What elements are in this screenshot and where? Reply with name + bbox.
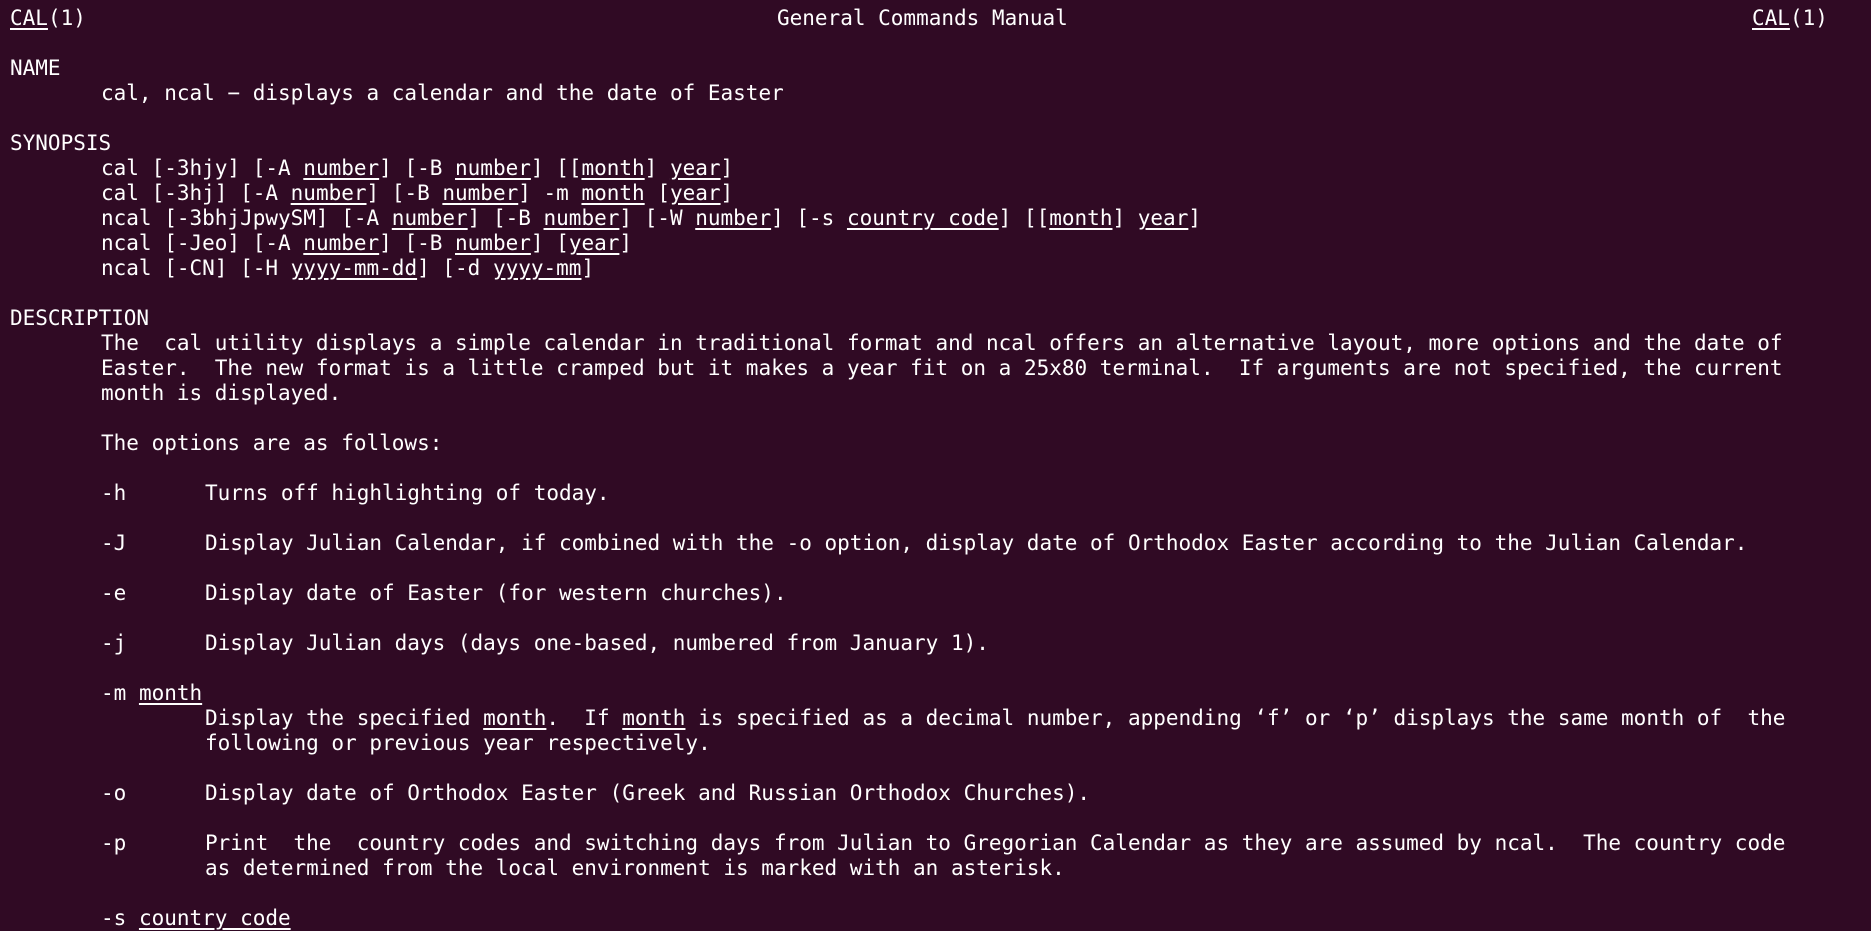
synopsis-arg: month — [581, 156, 645, 180]
synopsis-text: cal [-3hjy] [-A — [101, 156, 304, 180]
option-desc-text: . If — [546, 706, 623, 730]
option-arg: country_code — [138, 906, 291, 930]
synopsis-arg: number — [543, 206, 620, 230]
options-intro: The options are as follows: — [101, 431, 443, 455]
synopsis-text: ] [-W — [619, 206, 696, 230]
header-right-suffix: (1) — [1789, 6, 1828, 30]
option-desc-e: Display date of Easter (for western chur… — [205, 581, 787, 605]
option-desc-h: Turns off highlighting of today. — [205, 481, 610, 505]
synopsis-text: ] [-B — [379, 156, 456, 180]
synopsis-arg: number — [391, 206, 468, 230]
synopsis-text: ] — [1112, 206, 1138, 230]
description-line-3: month is displayed. — [101, 381, 342, 405]
synopsis-line-5: ncal [-CN] [-H yyyy-mm-dd] [-d yyyy-mm] — [101, 256, 594, 281]
option-arg: month — [138, 681, 203, 705]
option-desc-j: Display Julian days (days one-based, num… — [205, 631, 989, 655]
synopsis-line-4: ncal [-Jeo] [-A number] [-B number] [yea… — [101, 231, 632, 256]
synopsis-arg: year — [1137, 206, 1189, 230]
header-left-suffix: (1) — [47, 6, 86, 30]
synopsis-text: ] — [720, 181, 734, 205]
synopsis-arg: year — [568, 231, 620, 255]
option-desc-p-line-2: as determined from the local environment… — [205, 856, 1065, 880]
synopsis-text: ] [-B — [467, 206, 544, 230]
synopsis-arg: year — [669, 156, 721, 180]
synopsis-text: ] [-s — [771, 206, 847, 230]
synopsis-text: ] — [581, 256, 595, 280]
terminal-window[interactable]: CAL(1) General Commands Manual CAL(1) NA… — [0, 0, 1871, 931]
description-line-2: Easter. The new format is a little cramp… — [101, 356, 1783, 380]
synopsis-arg: number — [303, 231, 380, 255]
section-title-synopsis: SYNOPSIS — [10, 131, 112, 155]
synopsis-text: ] [[ — [530, 156, 582, 180]
synopsis-text: ] [[ — [998, 206, 1050, 230]
synopsis-text: ] [-d — [417, 256, 493, 280]
option-desc-m-line-1: Display the specified month. If month is… — [205, 706, 1785, 731]
option-flag-J: -J — [101, 531, 127, 555]
option-desc-o: Display date of Orthodox Easter (Greek a… — [205, 781, 1091, 805]
synopsis-arg: number — [303, 156, 380, 180]
synopsis-arg: yyyy-mm-dd — [290, 256, 418, 280]
option-flag-o: -o — [101, 781, 127, 805]
header-center-title: General Commands Manual — [777, 6, 1068, 30]
option-flag-e: -e — [101, 581, 127, 605]
synopsis-text: ] — [644, 156, 670, 180]
option-desc-J: Display Julian Calendar, if combined wit… — [205, 531, 1748, 555]
synopsis-text: cal [-3hj] [-A — [101, 181, 291, 205]
synopsis-text: ] [ — [530, 231, 569, 255]
option-desc-text: Display the specified — [205, 706, 484, 730]
synopsis-arg: number — [455, 231, 531, 255]
option-flag-h: -h — [101, 481, 127, 505]
synopsis-arg: number — [455, 156, 531, 180]
synopsis-arg: number — [442, 181, 519, 205]
section-title-name: NAME — [10, 56, 61, 80]
synopsis-text: ncal [-Jeo] [-A — [101, 231, 304, 255]
synopsis-arg: yyyy-mm — [492, 256, 582, 280]
option-arg: month — [622, 706, 686, 730]
synopsis-line-3: ncal [-3bhjJpwySM] [-A number] [-B numbe… — [101, 206, 1201, 231]
synopsis-arg: number — [695, 206, 772, 230]
synopsis-arg: month — [1049, 206, 1113, 230]
synopsis-text: ncal [-CN] [-H — [101, 256, 291, 280]
description-line-1: The cal utility displays a simple calend… — [101, 331, 1783, 355]
synopsis-arg: number — [290, 181, 367, 205]
section-title-description: DESCRIPTION — [10, 306, 150, 330]
synopsis-text: ] [-B — [366, 181, 443, 205]
option-arg: month — [483, 706, 547, 730]
synopsis-text: ] [-B — [379, 231, 456, 255]
synopsis-arg: year — [669, 181, 721, 205]
synopsis-text: ] — [1188, 206, 1201, 230]
synopsis-line-2: cal [-3hj] [-A number] [-B number] -m mo… — [101, 181, 733, 206]
option-desc-p-line-1: Print the country codes and switching da… — [205, 831, 1786, 855]
header-right: CAL(1) — [1752, 6, 1828, 31]
option-flag-s: -s country_code — [101, 906, 291, 931]
option-flag-p: -p — [101, 831, 127, 855]
synopsis-text: ncal [-3bhjJpwySM] [-A — [101, 206, 392, 230]
synopsis-text: [ — [644, 181, 670, 205]
option-desc-m-line-2: following or previous year respectively. — [205, 731, 711, 755]
synopsis-text: ] -m — [518, 181, 582, 205]
option-flag-text: -s — [101, 906, 139, 930]
name-text: cal, ncal − displays a calendar and the … — [101, 81, 784, 105]
synopsis-text: ] — [720, 156, 734, 180]
header-right-name: CAL — [1752, 6, 1790, 30]
header-left-name: CAL — [10, 6, 48, 30]
synopsis-line-1: cal [-3hjy] [-A number] [-B number] [[mo… — [101, 156, 733, 181]
header-left: CAL(1) — [10, 6, 86, 31]
option-flag-m: -m month — [101, 681, 202, 706]
option-desc-text: is specified as a decimal number, append… — [685, 706, 1786, 730]
synopsis-text: ] — [619, 231, 633, 255]
synopsis-arg: month — [581, 181, 645, 205]
option-flag-text: -m — [101, 681, 139, 705]
synopsis-arg: country_code — [846, 206, 999, 230]
option-flag-j: -j — [101, 631, 127, 655]
